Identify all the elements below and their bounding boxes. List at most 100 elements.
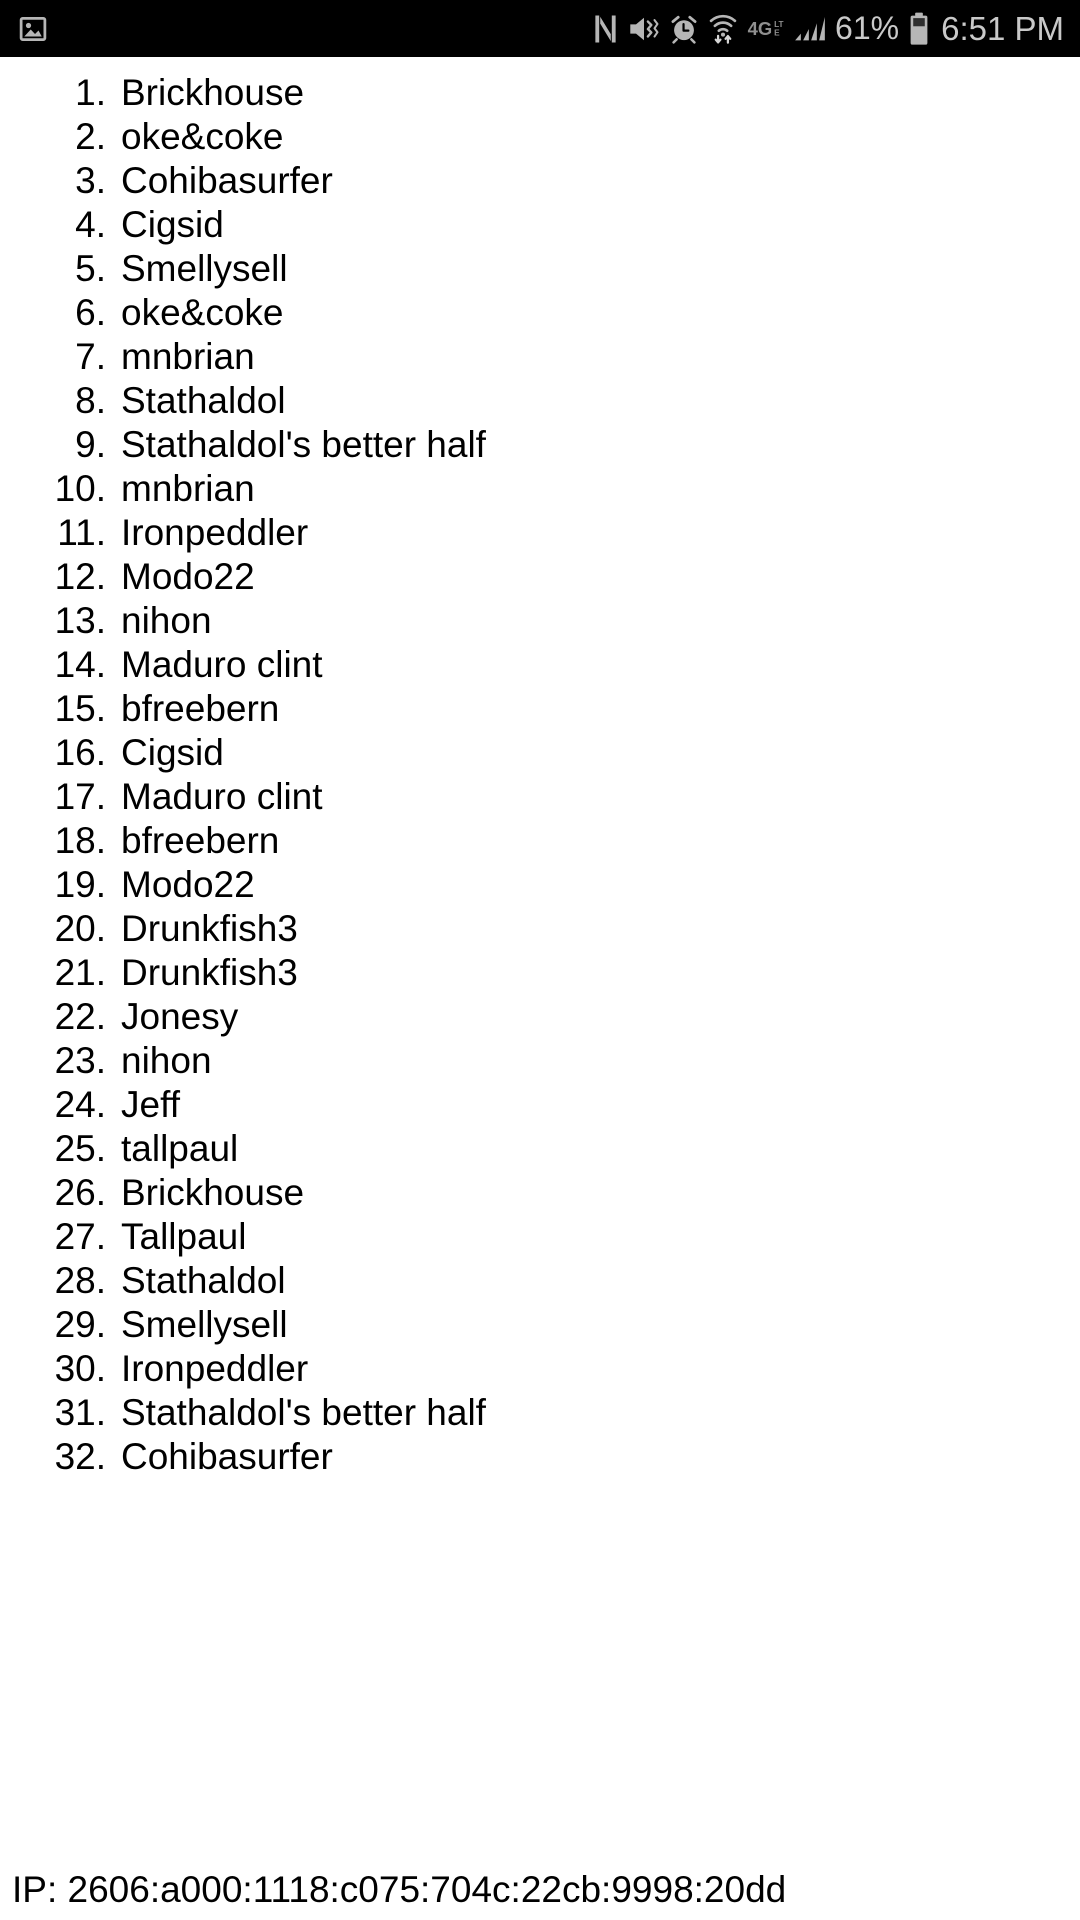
image-notification-icon [18, 14, 48, 44]
list-item: 14. Maduro clint [0, 643, 1080, 687]
list-item-number: 4. [75, 204, 106, 245]
list-item-label: bfreebern [121, 820, 280, 861]
list-item-number: 13. [54, 600, 106, 641]
status-bar-notifications [18, 14, 48, 44]
list-item-label: Stathaldol [121, 1260, 286, 1301]
list-item-number: 16. [54, 732, 106, 773]
list-item-label: Jonesy [121, 996, 239, 1037]
list-item-number: 12. [54, 556, 106, 597]
list-item: 17. Maduro clint [0, 775, 1080, 819]
list-item: 15. bfreebern [0, 687, 1080, 731]
list-item-number: 2. [75, 116, 106, 157]
list-item-label: Ironpeddler [121, 1348, 309, 1389]
list-item-label: nihon [121, 600, 212, 641]
list-item-label: oke&coke [121, 116, 284, 157]
list-item-number: 24. [54, 1084, 106, 1125]
nfc-icon [592, 13, 619, 45]
list-item-label: Cohibasurfer [121, 1436, 333, 1477]
list-item-number: 9. [75, 424, 106, 465]
list-item-label: Stathaldol [121, 380, 286, 421]
list-item-number: 22. [54, 996, 106, 1037]
list-item: 16. Cigsid [0, 731, 1080, 775]
list-item: 25. tallpaul [0, 1127, 1080, 1171]
list-item: 7. mnbrian [0, 335, 1080, 379]
list-item-number: 27. [54, 1216, 106, 1257]
list-item-label: Stathaldol's better half [121, 1392, 486, 1433]
list-item-label: Maduro clint [121, 644, 323, 685]
list-item: 8. Stathaldol [0, 379, 1080, 423]
list-item: 12. Modo22 [0, 555, 1080, 599]
list-item: 29. Smellysell [0, 1303, 1080, 1347]
list-item-number: 19. [54, 864, 106, 905]
list-item-number: 26. [54, 1172, 106, 1213]
list-item: 30. Ironpeddler [0, 1347, 1080, 1391]
list-item-label: Drunkfish3 [121, 952, 298, 993]
battery-icon [908, 12, 930, 46]
list-item-label: Smellysell [121, 248, 288, 289]
mute-vibrate-icon [628, 14, 660, 44]
list-item: 32. Cohibasurfer [0, 1435, 1080, 1479]
list-item-label: Drunkfish3 [121, 908, 298, 949]
list-item-number: 7. [75, 336, 106, 377]
status-bar: 4G LT E 61% 6:51 PM [0, 0, 1080, 57]
list-item-number: 31. [54, 1392, 106, 1433]
name-list: 1. Brickhouse 2. oke&coke 3. Cohibasurfer 4… [0, 71, 1080, 1479]
list-item-label: Cigsid [121, 204, 224, 245]
list-item-label: Modo22 [121, 864, 255, 905]
list-item-label: bfreebern [121, 688, 280, 729]
list-item-label: Stathaldol's better half [121, 424, 486, 465]
list-item-number: 29. [54, 1304, 106, 1345]
battery-percent-label: 61% [835, 10, 900, 46]
list-item: 5. Smellysell [0, 247, 1080, 291]
list-item-number: 30. [54, 1348, 106, 1389]
svg-text:E: E [774, 28, 780, 37]
list-item-number: 15. [54, 688, 106, 729]
list-item: 1. Brickhouse [0, 71, 1080, 115]
list-item-number: 25. [54, 1128, 106, 1169]
list-item-number: 14. [54, 644, 106, 685]
cellular-signal-icon [794, 14, 826, 44]
list-item: 20. Drunkfish3 [0, 907, 1080, 951]
page-content: 1. Brickhouse 2. oke&coke 3. Cohibasurfer 4… [0, 57, 1080, 1920]
list-item-label: Modo22 [121, 556, 255, 597]
list-item-number: 5. [75, 248, 106, 289]
name-list-container: 1. Brickhouse 2. oke&coke 3. Cohibasurfer 4… [0, 57, 1080, 1479]
list-item-number: 18. [54, 820, 106, 861]
svg-text:4G: 4G [748, 17, 773, 38]
list-item-label: Smellysell [121, 1304, 288, 1345]
list-item-number: 32. [54, 1436, 106, 1477]
list-item-number: 11. [57, 512, 106, 553]
list-item: 11. Ironpeddler [0, 511, 1080, 555]
list-item: 27. Tallpaul [0, 1215, 1080, 1259]
list-item: 22. Jonesy [0, 995, 1080, 1039]
list-item-number: 28. [54, 1260, 106, 1301]
list-item-number: 17. [54, 776, 106, 817]
list-item-number: 1. [75, 72, 106, 113]
list-item: 19. Modo22 [0, 863, 1080, 907]
status-bar-clock: 6:51 PM [941, 9, 1064, 47]
list-item-number: 10. [54, 468, 106, 509]
list-item: 3. Cohibasurfer [0, 159, 1080, 203]
list-item: 26. Brickhouse [0, 1171, 1080, 1215]
list-item-label: oke&coke [121, 292, 284, 333]
list-item: 9. Stathaldol's better half [0, 423, 1080, 467]
list-item-label: mnbrian [121, 468, 255, 509]
ip-address-text: IP: 2606:a000:1118:c075:704c:22cb:9998:2… [12, 1869, 787, 1910]
list-item: 6. oke&coke [0, 291, 1080, 335]
list-item-label: Maduro clint [121, 776, 323, 817]
list-item-label: Cohibasurfer [121, 160, 333, 201]
list-item-label: mnbrian [121, 336, 255, 377]
list-item: 21. Drunkfish3 [0, 951, 1080, 995]
alarm-clock-icon [669, 14, 699, 44]
list-item: 24. Jeff [0, 1083, 1080, 1127]
list-item: 18. bfreebern [0, 819, 1080, 863]
list-item: 31. Stathaldol's better half [0, 1391, 1080, 1435]
list-item-label: nihon [121, 1040, 212, 1081]
list-item-number: 21. [54, 952, 106, 993]
list-item: 10. mnbrian [0, 467, 1080, 511]
list-item-label: Brickhouse [121, 72, 305, 113]
list-item-number: 8. [75, 380, 106, 421]
list-item-label: Ironpeddler [121, 512, 309, 553]
list-item: 2. oke&coke [0, 115, 1080, 159]
list-item-label: Brickhouse [121, 1172, 305, 1213]
